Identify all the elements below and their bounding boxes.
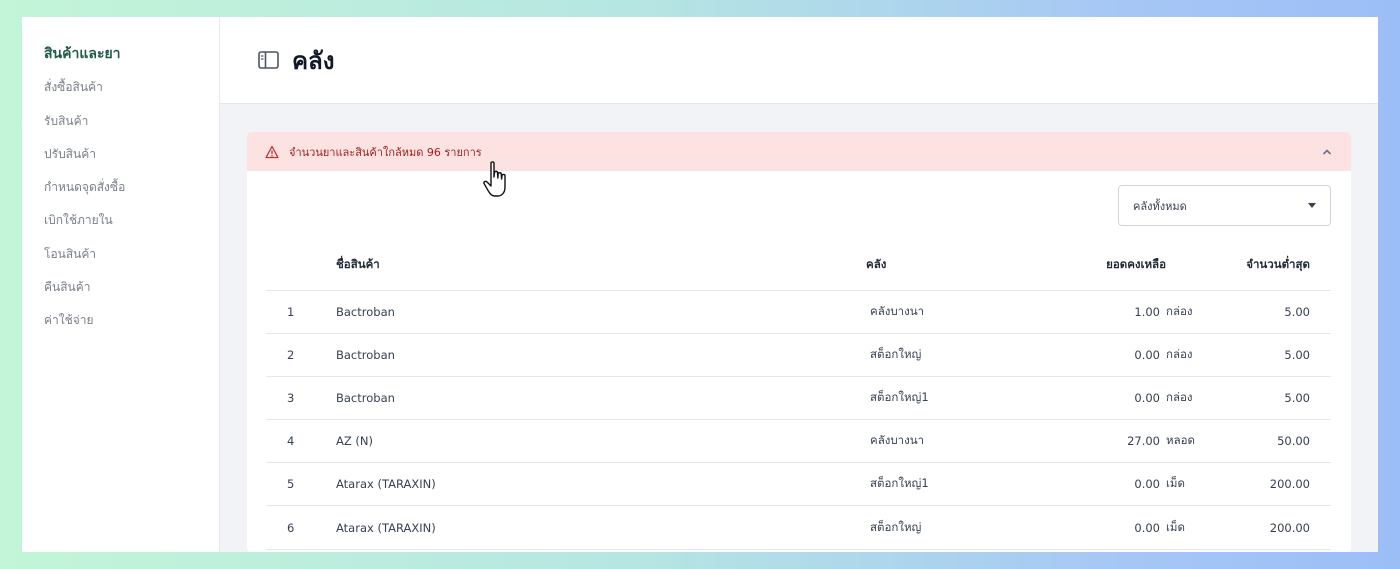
warehouse-select[interactable]: คลังทั้งหมด bbox=[1118, 185, 1331, 226]
cell-min: 200.00 bbox=[1226, 462, 1331, 507]
cell-balance: 0.00 bbox=[1016, 462, 1166, 507]
cell-index: 6 bbox=[266, 505, 336, 550]
table-row[interactable]: 2 Bactroban สต็อกใหญ่ 0.00 กล่อง 5.00 bbox=[266, 333, 1331, 377]
sidebar-item-expenses[interactable]: ค่าใช้จ่าย bbox=[22, 311, 219, 344]
cell-index: 2 bbox=[266, 333, 336, 377]
table-row[interactable]: 5 Atarax (TARAXIN) สต็อกใหญ่1 0.00 เม็ด 200.0… bbox=[266, 462, 1331, 507]
content: จำนวนยาและสินค้าใกล้หมด 96 รายการ คลังทั… bbox=[220, 104, 1378, 552]
cell-unit: กล่อง bbox=[1166, 333, 1226, 377]
cell-index: 4 bbox=[266, 419, 336, 464]
warehouse-select-value: คลังทั้งหมด bbox=[1133, 199, 1187, 213]
cell-min: 5.00 bbox=[1226, 333, 1331, 377]
cell-min: 50.00 bbox=[1226, 419, 1331, 464]
table-row[interactable]: 3 Bactroban สต็อกใหญ่1 0.00 กล่อง 5.00 bbox=[266, 376, 1331, 421]
cell-unit: กล่อง bbox=[1166, 376, 1226, 421]
filter-row: คลังทั้งหมด bbox=[247, 171, 1351, 241]
low-stock-table: ชื่อสินค้า คลัง ยอดคงเหลือ จำนวนต่ำสุด 1… bbox=[266, 241, 1331, 550]
chevron-up-icon[interactable] bbox=[1321, 146, 1333, 158]
page-header: คลัง bbox=[220, 17, 1378, 104]
table-header-row: ชื่อสินค้า คลัง ยอดคงเหลือ จำนวนต่ำสุด bbox=[266, 241, 1331, 291]
column-header-unit bbox=[1166, 241, 1226, 291]
cell-balance: 0.00 bbox=[1016, 333, 1166, 377]
cell-name: Atarax (TARAXIN) bbox=[336, 505, 866, 550]
sidebar-item-purchase-order[interactable]: สั่งซื้อสินค้า bbox=[22, 78, 219, 111]
sidebar: สินค้าและยา สั่งซื้อสินค้า รับสินค้า ปรั… bbox=[22, 17, 220, 552]
cell-unit: เม็ด bbox=[1166, 462, 1226, 507]
cell-min: 200.00 bbox=[1226, 505, 1331, 550]
table-row[interactable]: 1 Bactroban คลังบางนา 1.00 กล่อง 5.00 bbox=[266, 290, 1331, 334]
table-row[interactable]: 4 AZ (N) คลังบางนา 27.00 หลอด 50.00 bbox=[266, 419, 1331, 464]
cell-unit: กล่อง bbox=[1166, 290, 1226, 334]
cell-min: 5.00 bbox=[1226, 290, 1331, 334]
sidebar-toggle-icon[interactable] bbox=[258, 51, 280, 69]
sidebar-item-reorder-point[interactable]: กำหนดจุดสั่งซื้อ bbox=[22, 178, 219, 211]
cell-index: 5 bbox=[266, 462, 336, 507]
cell-name: Bactroban bbox=[336, 290, 866, 334]
sidebar-item-return[interactable]: คืนสินค้า bbox=[22, 278, 219, 311]
cell-name: Atarax (TARAXIN) bbox=[336, 462, 866, 507]
app-window: สินค้าและยา สั่งซื้อสินค้า รับสินค้า ปรั… bbox=[22, 17, 1378, 552]
cell-balance: 0.00 bbox=[1016, 376, 1166, 421]
cell-unit: หลอด bbox=[1166, 419, 1226, 464]
sidebar-item-adjust[interactable]: ปรับสินค้า bbox=[22, 145, 219, 178]
sidebar-item-internal-use[interactable]: เบิกใช้ภายใน bbox=[22, 211, 219, 244]
column-header-warehouse[interactable]: คลัง bbox=[866, 241, 1016, 291]
cell-warehouse: สต็อกใหญ่1 bbox=[866, 462, 1016, 507]
cell-min: 5.00 bbox=[1226, 376, 1331, 421]
chevron-down-icon bbox=[1308, 203, 1316, 208]
cell-index: 1 bbox=[266, 290, 336, 334]
cell-warehouse: สต็อกใหญ่ bbox=[866, 505, 1016, 550]
cell-name: Bactroban bbox=[336, 333, 866, 377]
cell-warehouse: คลังบางนา bbox=[866, 290, 1016, 334]
cell-balance: 27.00 bbox=[1016, 419, 1166, 464]
page-title: คลัง bbox=[292, 46, 335, 75]
column-header-name[interactable]: ชื่อสินค้า bbox=[336, 241, 866, 291]
cell-warehouse: สต็อกใหญ่ bbox=[866, 333, 1016, 377]
table-row[interactable]: 6 Atarax (TARAXIN) สต็อกใหญ่ 0.00 เม็ด 200.00 bbox=[266, 505, 1331, 550]
cell-index: 3 bbox=[266, 376, 336, 421]
cell-warehouse: สต็อกใหญ่1 bbox=[866, 376, 1016, 421]
cell-balance: 1.00 bbox=[1016, 290, 1166, 334]
main-area: คลัง จำนวนยาและสินค้าใกล้หมด 96 รายการ ค… bbox=[220, 17, 1378, 552]
cell-name: AZ (N) bbox=[336, 419, 866, 464]
column-header-index bbox=[266, 241, 336, 291]
cell-warehouse: คลังบางนา bbox=[866, 419, 1016, 464]
sidebar-item-receive[interactable]: รับสินค้า bbox=[22, 112, 219, 145]
inventory-card: จำนวนยาและสินค้าใกล้หมด 96 รายการ คลังทั… bbox=[247, 132, 1351, 552]
column-header-min[interactable]: จำนวนต่ำสุด bbox=[1226, 241, 1331, 291]
sidebar-item-transfer[interactable]: โอนสินค้า bbox=[22, 245, 219, 278]
warning-icon bbox=[265, 145, 279, 159]
cell-unit: เม็ด bbox=[1166, 505, 1226, 550]
sidebar-item-products[interactable]: สินค้าและยา bbox=[22, 45, 219, 78]
cell-name: Bactroban bbox=[336, 376, 866, 421]
low-stock-alert[interactable]: จำนวนยาและสินค้าใกล้หมด 96 รายการ bbox=[247, 132, 1351, 171]
alert-text: จำนวนยาและสินค้าใกล้หมด 96 รายการ bbox=[289, 145, 482, 159]
column-header-balance[interactable]: ยอดคงเหลือ bbox=[1016, 241, 1166, 291]
cell-balance: 0.00 bbox=[1016, 505, 1166, 550]
table-body: 1 Bactroban คลังบางนา 1.00 กล่อง 5.00 2 Bactrob… bbox=[266, 290, 1331, 550]
